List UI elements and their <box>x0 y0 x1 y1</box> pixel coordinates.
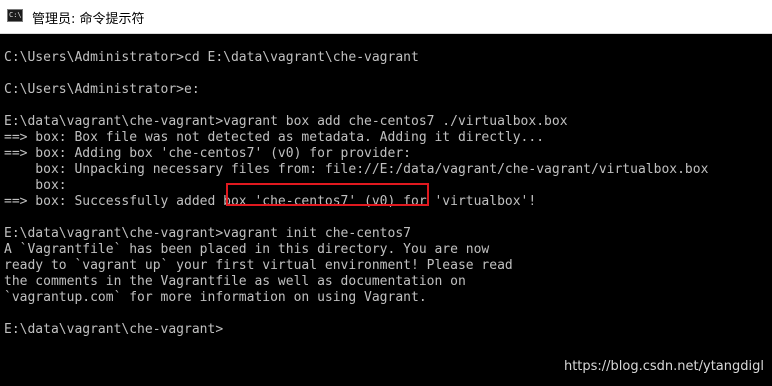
console-line: C:\Users\Administrator>cd E:\data\vagran… <box>4 50 419 65</box>
window-title: 管理员: 命令提示符 <box>32 12 145 27</box>
watermark: https://blog.csdn.net/ytangdigl <box>563 359 764 374</box>
highlight-box <box>226 183 429 206</box>
console-line: box: Unpacking necessary files from: fil… <box>4 162 709 177</box>
console-line: E:\data\vagrant\che-vagrant>vagrant init… <box>4 226 411 241</box>
console-line: ==> box: Adding box 'che-centos7' (v0) f… <box>4 146 411 161</box>
console-line: ready to `vagrant up` your first virtual… <box>4 258 513 273</box>
console-prompt-line: E:\data\vagrant\che-vagrant> <box>4 322 224 337</box>
cmd-window: C:\ 管理员: 命令提示符 C:\Users\Administrator>cd… <box>0 0 772 386</box>
console-line: C:\Users\Administrator>e: <box>4 82 200 97</box>
title-bar[interactable]: C:\ 管理员: 命令提示符 <box>0 0 772 34</box>
console-line: box: <box>4 178 67 193</box>
cmd-icon: C:\ <box>7 9 23 22</box>
console-line: A `Vagrantfile` has been placed in this … <box>4 242 490 257</box>
console-line: ==> box: Box file was not detected as me… <box>4 130 545 145</box>
console-line: `vagrantup.com` for more information on … <box>4 290 427 305</box>
console-output[interactable]: C:\Users\Administrator>cd E:\data\vagran… <box>0 34 772 386</box>
console-line: E:\data\vagrant\che-vagrant>vagrant box … <box>4 114 568 129</box>
console-line: the comments in the Vagrantfile as well … <box>4 274 466 289</box>
